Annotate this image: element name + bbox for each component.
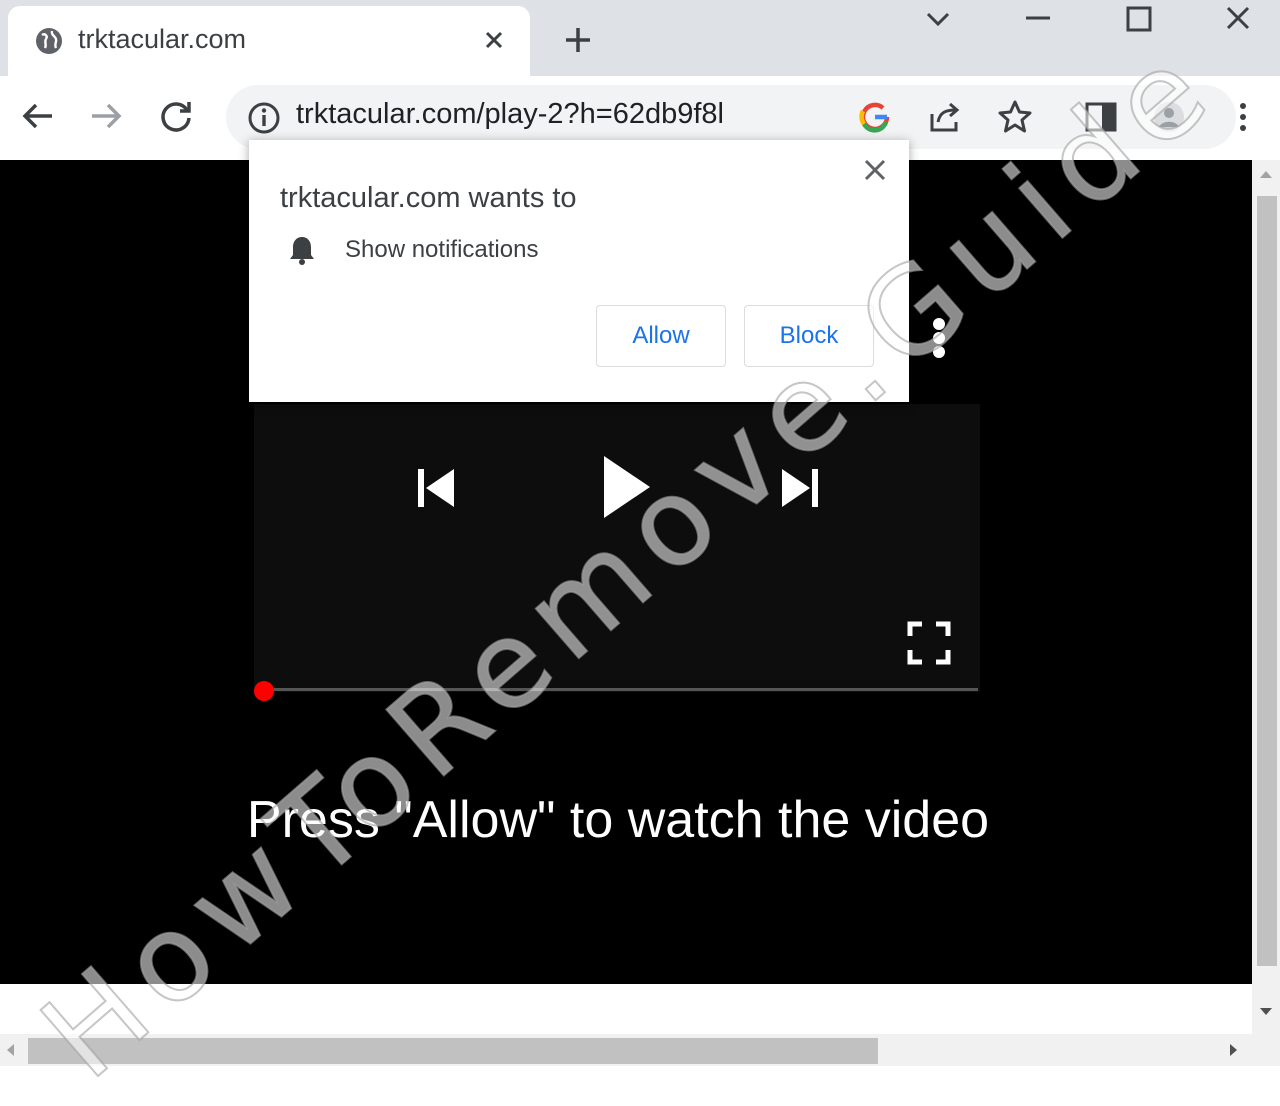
scroll-left-arrow-icon[interactable] xyxy=(2,1042,18,1058)
globe-icon xyxy=(36,28,62,54)
permission-prompt-title: trktacular.com wants to xyxy=(280,182,577,214)
block-button[interactable]: Block xyxy=(744,305,874,367)
fullscreen-icon[interactable] xyxy=(906,620,952,666)
google-lens-icon[interactable] xyxy=(856,98,894,136)
progress-handle[interactable] xyxy=(254,681,274,701)
scroll-down-arrow-icon[interactable] xyxy=(1258,1004,1274,1020)
forward-icon[interactable] xyxy=(86,96,126,136)
profile-avatar-icon[interactable] xyxy=(1150,98,1188,136)
allow-instruction-text: Press "Allow" to watch the video xyxy=(246,791,990,849)
video-player[interactable] xyxy=(254,404,980,692)
horizontal-scroll-thumb[interactable] xyxy=(28,1038,878,1064)
bell-icon xyxy=(290,237,314,265)
tab-title: trktacular.com xyxy=(78,24,247,54)
browser-menu-icon[interactable] xyxy=(1224,98,1262,136)
allow-button[interactable]: Allow xyxy=(596,305,726,367)
tab-close-icon[interactable] xyxy=(480,26,508,54)
back-icon[interactable] xyxy=(18,96,58,136)
popup-close-icon[interactable] xyxy=(862,157,888,183)
progress-bar[interactable] xyxy=(262,688,978,691)
scroll-up-arrow-icon[interactable] xyxy=(1258,166,1274,182)
reload-icon[interactable] xyxy=(156,96,196,136)
player-menu-icon[interactable] xyxy=(933,318,945,330)
permission-description: Show notifications xyxy=(345,236,539,263)
close-window-icon[interactable] xyxy=(1218,4,1258,36)
share-icon[interactable] xyxy=(926,98,964,136)
maximize-icon[interactable] xyxy=(1118,4,1158,36)
site-info-icon[interactable] xyxy=(247,101,281,135)
url-text[interactable]: trktacular.com/play-2?h=62db9f8l xyxy=(296,98,724,131)
side-panel-icon[interactable] xyxy=(1082,98,1120,136)
player-menu-icon-dot[interactable] xyxy=(933,332,945,344)
tab-search-icon[interactable] xyxy=(918,4,958,36)
minimize-icon[interactable] xyxy=(1018,4,1058,36)
scroll-right-arrow-icon[interactable] xyxy=(1226,1042,1242,1058)
play-icon[interactable] xyxy=(598,452,654,522)
bookmark-star-icon[interactable] xyxy=(996,98,1034,136)
previous-track-icon[interactable] xyxy=(414,466,458,510)
player-menu-icon-dot[interactable] xyxy=(933,346,945,358)
vertical-scroll-thumb[interactable] xyxy=(1257,196,1277,966)
next-track-icon[interactable] xyxy=(778,466,822,510)
new-tab-icon[interactable] xyxy=(560,22,596,58)
